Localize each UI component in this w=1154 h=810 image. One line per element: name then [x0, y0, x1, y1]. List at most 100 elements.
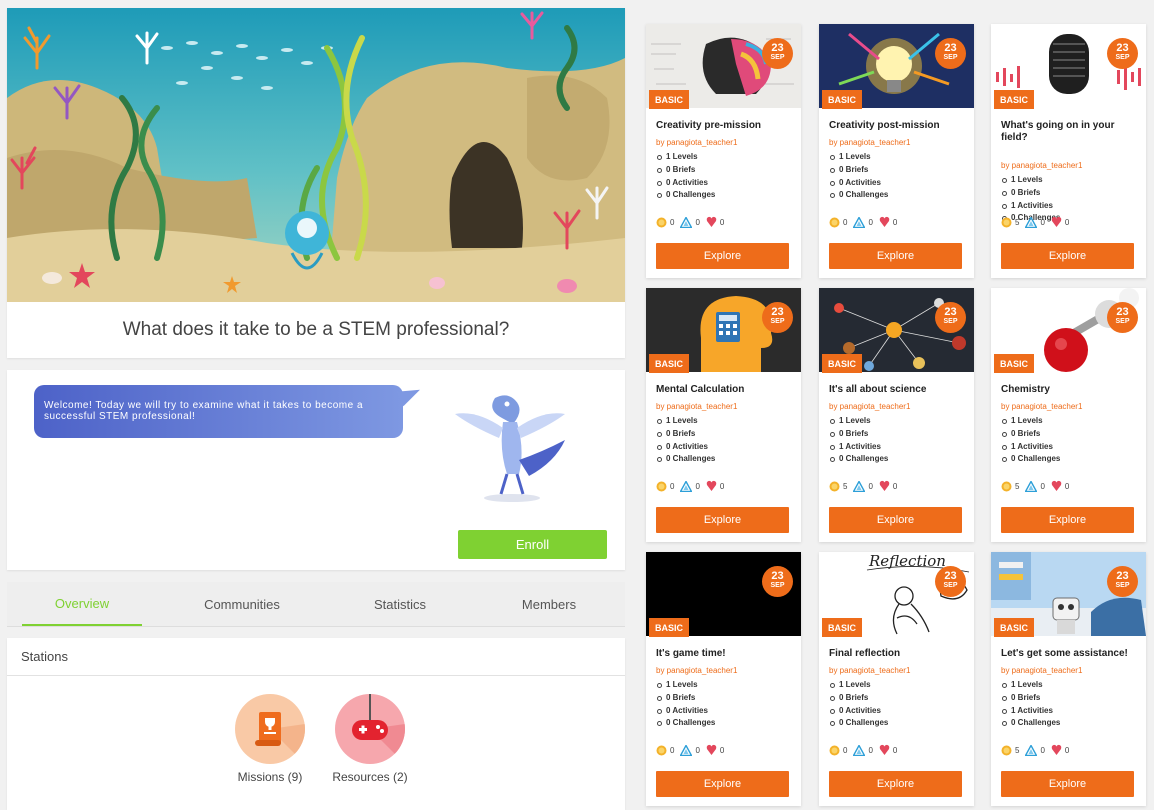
hearts-reward: 0: [879, 216, 897, 228]
mission-title[interactable]: It's all about science: [829, 384, 967, 396]
stat-activities: 1 Activities: [1001, 705, 1060, 718]
tab-overview[interactable]: Overview: [22, 582, 142, 626]
mission-stats: 1 Levels 0 Briefs 1 Activities 0 Challen…: [829, 415, 888, 466]
mission-title[interactable]: Final reflection: [829, 648, 967, 660]
points-count: 0: [1040, 217, 1045, 227]
station-missions[interactable]: Missions (9): [225, 694, 315, 784]
heart-icon: [706, 216, 717, 227]
mission-author[interactable]: by panagiota_teacher1: [829, 402, 910, 411]
level-tag: BASIC: [994, 354, 1034, 373]
mission-rewards: 5 0 0: [1001, 480, 1075, 492]
page-title: What does it take to be a STEM professio…: [122, 319, 510, 340]
hearts-reward: 0: [1051, 480, 1069, 492]
mission-stats: 1 Levels 0 Briefs 0 Activities 0 Challen…: [829, 151, 888, 202]
explore-button[interactable]: Explore: [656, 507, 789, 533]
mission-title[interactable]: Creativity post-mission: [829, 120, 967, 132]
stat-briefs: 0 Briefs: [656, 692, 715, 705]
station-resources[interactable]: Resources (2): [325, 694, 415, 784]
date-badge: 23 SEP: [935, 566, 966, 597]
mission-card: Reflection 23 SEP BASIC Final reflection…: [819, 552, 974, 806]
coins-reward: 0: [829, 217, 847, 228]
heart-icon: [706, 480, 717, 491]
points-count: 0: [1040, 481, 1045, 491]
scroll-trophy-icon: [235, 694, 305, 764]
stat-levels: 1 Levels: [829, 679, 888, 692]
mission-title[interactable]: It's game time!: [656, 648, 794, 660]
mission-author[interactable]: by panagiota_teacher1: [1001, 666, 1082, 675]
mission-author[interactable]: by panagiota_teacher1: [656, 666, 737, 675]
stat-activities: 0 Activities: [829, 705, 888, 718]
stat-levels: 1 Levels: [656, 151, 715, 164]
coin-icon: [656, 481, 667, 491]
hearts-count: 0: [719, 217, 725, 227]
stat-challenges: 0 Challenges: [656, 453, 715, 466]
date-day: 23: [1116, 306, 1129, 318]
mission-title[interactable]: Creativity pre-mission: [656, 120, 794, 132]
hero-panel: What does it take to be a STEM professio…: [7, 8, 625, 358]
date-badge: 23 SEP: [1107, 302, 1138, 333]
points-count: 0: [868, 217, 873, 227]
date-badge: 23 SEP: [762, 302, 793, 333]
stat-challenges: 0 Challenges: [1001, 717, 1060, 730]
stations-divider: [7, 675, 625, 676]
mission-author[interactable]: by panagiota_teacher1: [1001, 402, 1082, 411]
coins-reward: 0: [829, 745, 847, 756]
date-day: 23: [771, 306, 784, 318]
coins-count: 5: [1015, 481, 1020, 491]
mission-title[interactable]: Mental Calculation: [656, 384, 794, 396]
stat-activities: 0 Activities: [656, 441, 715, 454]
heart-icon: [1051, 480, 1062, 491]
mission-author[interactable]: by panagiota_teacher1: [829, 666, 910, 675]
explore-button[interactable]: Explore: [656, 243, 789, 269]
points-reward: 0: [1025, 744, 1045, 756]
date-day: 23: [944, 570, 957, 582]
mission-title[interactable]: What's going on in your field?: [1001, 120, 1139, 144]
mission-title[interactable]: Chemistry: [1001, 384, 1139, 396]
mission-rewards: 5 0 0: [829, 480, 903, 492]
stat-activities: 1 Activities: [1001, 200, 1060, 213]
stat-levels: 1 Levels: [656, 415, 715, 428]
date-badge: 23 SEP: [1107, 38, 1138, 69]
underwater-scene-illustration: [7, 8, 625, 302]
explore-button[interactable]: Explore: [829, 771, 962, 797]
explore-button[interactable]: Explore: [1001, 507, 1134, 533]
heart-icon: [879, 480, 890, 491]
triangle-icon: [853, 480, 866, 492]
speech-bubble: Welcome! Today we will try to examine wh…: [34, 385, 403, 438]
triangle-icon: [680, 216, 693, 228]
explore-button[interactable]: Explore: [1001, 771, 1134, 797]
tab-members[interactable]: Members: [489, 582, 609, 626]
stat-challenges: 0 Challenges: [1001, 453, 1060, 466]
station-missions-label: Missions (9): [237, 770, 303, 784]
mission-card: 23 SEP BASIC Creativity pre-mission by p…: [646, 24, 801, 278]
tab-statistics[interactable]: Statistics: [340, 582, 460, 626]
mission-stats: 1 Levels 0 Briefs 0 Activities 0 Challen…: [829, 679, 888, 730]
hearts-count: 0: [892, 745, 898, 755]
tab-communities[interactable]: Communities: [182, 582, 302, 626]
mission-author[interactable]: by panagiota_teacher1: [656, 402, 737, 411]
explore-button[interactable]: Explore: [656, 771, 789, 797]
mission-author[interactable]: by panagiota_teacher1: [656, 138, 737, 147]
date-day: 23: [944, 42, 957, 54]
stat-levels: 1 Levels: [1001, 679, 1060, 692]
mission-author[interactable]: by panagiota_teacher1: [1001, 161, 1082, 170]
coin-icon: [656, 745, 667, 755]
date-day: 23: [1116, 570, 1129, 582]
mission-stats: 1 Levels 0 Briefs 0 Activities 0 Challen…: [656, 679, 715, 730]
enroll-button[interactable]: Enroll: [458, 530, 607, 559]
coins-count: 5: [1015, 217, 1020, 227]
heart-icon: [706, 744, 717, 755]
mission-title[interactable]: Let's get some assistance!: [1001, 648, 1139, 660]
explore-button[interactable]: Explore: [1001, 243, 1134, 269]
hearts-count: 0: [892, 481, 898, 491]
mission-author[interactable]: by panagiota_teacher1: [829, 138, 910, 147]
hearts-count: 0: [719, 745, 725, 755]
explore-button[interactable]: Explore: [829, 243, 962, 269]
stat-briefs: 0 Briefs: [1001, 187, 1060, 200]
tab-divider: [7, 626, 625, 627]
explore-button[interactable]: Explore: [829, 507, 962, 533]
date-month: SEP: [943, 54, 958, 61]
stat-challenges: 0 Challenges: [829, 717, 888, 730]
triangle-icon: [853, 744, 866, 756]
coins-reward: 0: [656, 217, 674, 228]
